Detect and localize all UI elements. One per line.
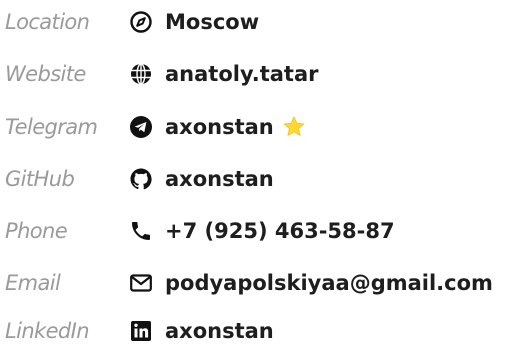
phone-icon (129, 219, 153, 243)
phone-label: Phone (5, 219, 68, 243)
contact-row-telegram: Telegram axonstan (0, 107, 529, 147)
github-icon (129, 167, 153, 191)
contact-row-location: Location Moscow (0, 2, 529, 42)
envelope-icon (129, 271, 153, 295)
email-link[interactable]: podyapolskiyaa@gmail.com (165, 271, 493, 295)
telegram-label: Telegram (5, 115, 98, 139)
github-label: GitHub (5, 167, 75, 191)
telegram-icon (129, 115, 153, 139)
location-value: Moscow (165, 10, 260, 34)
compass-icon (129, 10, 153, 34)
telegram-link[interactable]: axonstan (165, 115, 274, 139)
contact-row-email: Email podyapolskiyaa@gmail.com (0, 263, 529, 303)
email-label: Email (5, 271, 61, 295)
contact-list: Location Moscow Website anatoly.tatar Te… (0, 0, 529, 354)
location-label: Location (5, 10, 90, 34)
linkedin-icon (129, 319, 153, 343)
globe-icon (129, 62, 153, 86)
website-label: Website (5, 62, 86, 86)
contact-row-website: Website anatoly.tatar (0, 54, 529, 94)
contact-row-phone: Phone +7 (925) 463-58-87 (0, 211, 529, 251)
contact-row-github: GitHub axonstan (0, 159, 529, 199)
contact-row-linkedin: LinkedIn axonstan (0, 311, 529, 351)
star-icon (282, 115, 306, 139)
linkedin-label: LinkedIn (5, 319, 90, 343)
website-link[interactable]: anatoly.tatar (165, 62, 318, 86)
telegram-value-group: axonstan (165, 115, 306, 139)
phone-link[interactable]: +7 (925) 463-58-87 (165, 219, 395, 243)
github-link[interactable]: axonstan (165, 167, 274, 191)
linkedin-link[interactable]: axonstan (165, 319, 274, 343)
